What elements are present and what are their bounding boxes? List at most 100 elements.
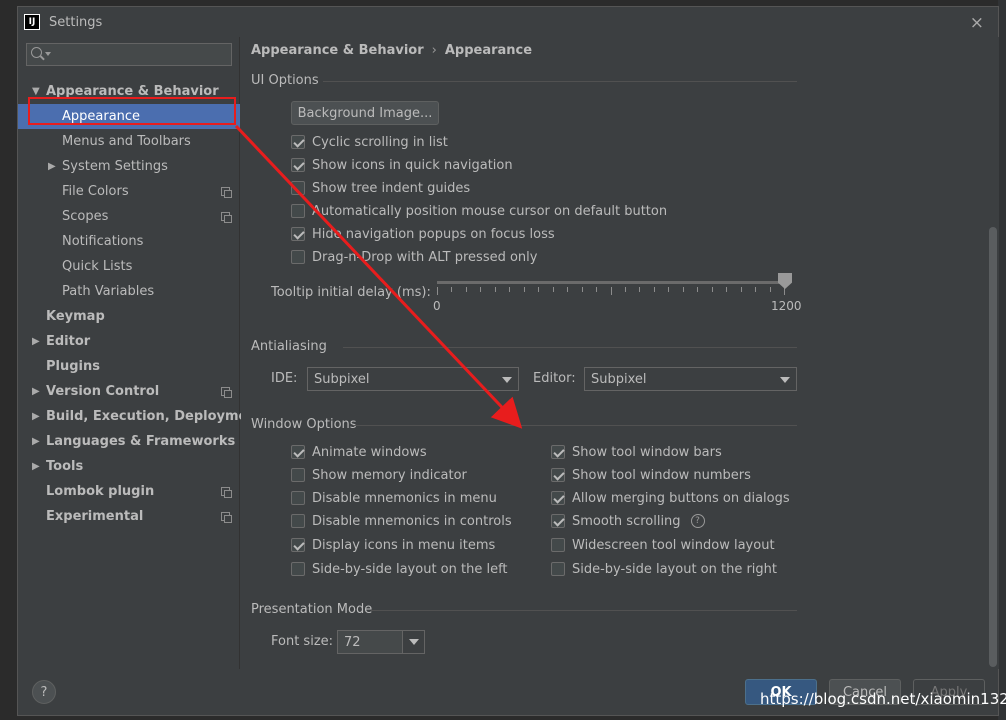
collapsed-arrow-icon[interactable]: ▶ <box>32 454 40 479</box>
ui-options-divider <box>323 81 797 82</box>
sidebar-item[interactable]: ▶ Editor <box>18 329 240 354</box>
intellij-logo-icon: IJ <box>24 14 40 30</box>
checkbox-checked-icon[interactable] <box>291 135 305 149</box>
sidebar-item-label: Tools <box>46 459 84 474</box>
sidebar-item[interactable]: Menus and Toolbars <box>18 129 240 154</box>
settings-tree: ▼ Appearance & Behavior Appearance Menus an… <box>18 79 263 529</box>
collapsed-arrow-icon[interactable]: ▶ <box>32 404 40 429</box>
collapsed-arrow-icon[interactable]: ▶ <box>32 329 40 354</box>
sidebar-item[interactable]: Scopes <box>18 204 240 229</box>
sidebar-item[interactable]: Experimental <box>18 504 240 529</box>
checkbox-unchecked-icon[interactable] <box>291 204 305 218</box>
checkbox-checked-icon[interactable] <box>551 514 565 528</box>
checkbox-label: Animate windows <box>312 444 427 460</box>
tooltip-delay-slider[interactable] <box>437 281 785 284</box>
checkbox-option[interactable]: Display icons in menu items <box>291 535 495 555</box>
checkbox-option[interactable]: Drag-n-Drop with ALT pressed only <box>291 247 537 267</box>
sidebar-item[interactable]: Quick Lists <box>18 254 240 279</box>
help-icon[interactable]: ? <box>690 514 705 528</box>
close-icon[interactable]: × <box>970 13 984 33</box>
sidebar-item[interactable]: ▶ System Settings <box>18 154 240 179</box>
collapsed-arrow-icon[interactable]: ▶ <box>32 429 40 454</box>
checkbox-option[interactable]: Show tree indent guides <box>291 178 470 198</box>
sidebar-item-label: System Settings <box>62 159 168 174</box>
search-history-caret-icon[interactable] <box>45 52 51 56</box>
checkbox-option[interactable]: Animate windows <box>291 442 427 462</box>
sidebar-item-label: Appearance & Behavior <box>46 84 219 99</box>
checkbox-checked-icon[interactable] <box>291 538 305 552</box>
checkbox-unchecked-icon[interactable] <box>291 468 305 482</box>
checkbox-option[interactable]: Side-by-side layout on the right <box>551 559 777 579</box>
background-image-button[interactable]: Background Image... <box>291 101 439 125</box>
settings-search-input[interactable] <box>26 43 232 66</box>
checkbox-option[interactable]: Hide navigation popups on focus loss <box>291 224 555 244</box>
content-scrollbar[interactable] <box>989 77 997 667</box>
checkbox-option[interactable]: Smooth scrolling? <box>551 511 705 531</box>
slider-min-label: 0 <box>433 299 441 313</box>
font-size-combo[interactable]: 72 <box>337 630 425 654</box>
checkbox-checked-icon[interactable] <box>291 158 305 172</box>
checkbox-option[interactable]: Disable mnemonics in controls <box>291 511 512 531</box>
checkbox-checked-icon[interactable] <box>291 445 305 459</box>
sidebar-item-label: Keymap <box>46 309 105 324</box>
search-icon <box>31 47 42 58</box>
sidebar-item-label: Lombok plugin <box>46 484 155 499</box>
sidebar-item-label: File Colors <box>62 184 129 199</box>
checkbox-label: Drag-n-Drop with ALT pressed only <box>312 249 538 265</box>
checkbox-option[interactable]: Show tool window bars <box>551 442 722 462</box>
collapsed-arrow-icon[interactable]: ▶ <box>48 154 56 179</box>
sidebar-item[interactable]: ▼ Appearance & Behavior <box>18 79 240 104</box>
help-button[interactable]: ? <box>32 680 56 704</box>
checkbox-option[interactable]: Automatically position mouse cursor on d… <box>291 201 667 221</box>
presentation-mode-divider <box>371 610 797 611</box>
checkbox-option[interactable]: Allow merging buttons on dialogs <box>551 488 790 508</box>
sidebar-item[interactable]: ▶ Version Control <box>18 379 240 404</box>
checkbox-option[interactable]: Disable mnemonics in menu <box>291 488 497 508</box>
sidebar-item-label: Quick Lists <box>62 259 133 274</box>
checkbox-option[interactable]: Cyclic scrolling in list <box>291 132 448 152</box>
sidebar-item[interactable]: Keymap <box>18 304 240 329</box>
sidebar-item[interactable]: Appearance <box>18 104 240 129</box>
sidebar-item-label: Appearance <box>62 109 141 124</box>
project-scope-icon <box>221 187 232 198</box>
checkbox-option[interactable]: Widescreen tool window layout <box>551 535 775 555</box>
checkbox-option[interactable]: Show icons in quick navigation <box>291 155 513 175</box>
sidebar-item-label: Version Control <box>46 384 160 399</box>
sidebar-item-label: Plugins <box>46 359 100 374</box>
ide-antialiasing-select[interactable]: Subpixel <box>307 367 519 391</box>
checkbox-checked-icon[interactable] <box>551 445 565 459</box>
sidebar-item-label: Languages & Frameworks <box>46 434 236 449</box>
sidebar-item[interactable]: Plugins <box>18 354 240 379</box>
slider-max-label: 1200 <box>771 299 802 313</box>
checkbox-checked-icon[interactable] <box>551 468 565 482</box>
antialiasing-title: Antialiasing <box>251 339 327 354</box>
checkbox-option[interactable]: Show tool window numbers <box>551 465 751 485</box>
breadcrumb-parent: Appearance & Behavior <box>251 43 424 58</box>
checkbox-option[interactable]: Show memory indicator <box>291 465 467 485</box>
sidebar-item[interactable]: Notifications <box>18 229 240 254</box>
sidebar-item[interactable]: Lombok plugin <box>18 479 240 504</box>
scrollbar-thumb[interactable] <box>989 227 997 667</box>
sidebar-item[interactable]: ▶ Languages & Frameworks <box>18 429 240 454</box>
checkbox-checked-icon[interactable] <box>551 491 565 505</box>
collapsed-arrow-icon[interactable]: ▶ <box>32 379 40 404</box>
checkbox-unchecked-icon[interactable] <box>291 491 305 505</box>
editor-antialiasing-select[interactable]: Subpixel <box>584 367 797 391</box>
checkbox-unchecked-icon[interactable] <box>551 538 565 552</box>
project-scope-icon <box>221 387 232 398</box>
chevron-down-icon[interactable] <box>402 631 424 653</box>
sidebar-item[interactable]: File Colors <box>18 179 240 204</box>
checkbox-unchecked-icon[interactable] <box>291 181 305 195</box>
checkbox-unchecked-icon[interactable] <box>551 562 565 576</box>
sidebar-item[interactable]: ▶ Tools <box>18 454 240 479</box>
checkbox-unchecked-icon[interactable] <box>291 250 305 264</box>
sidebar-item[interactable]: Path Variables <box>18 279 240 304</box>
checkbox-unchecked-icon[interactable] <box>291 562 305 576</box>
sidebar-item[interactable]: ▶ Build, Execution, Deployment <box>18 404 263 429</box>
checkbox-checked-icon[interactable] <box>291 227 305 241</box>
expanded-arrow-icon[interactable]: ▼ <box>32 79 40 104</box>
checkbox-unchecked-icon[interactable] <box>291 514 305 528</box>
checkbox-option[interactable]: Side-by-side layout on the left <box>291 559 508 579</box>
window-options-title: Window Options <box>251 417 357 432</box>
checkbox-label: Disable mnemonics in menu <box>312 490 497 506</box>
